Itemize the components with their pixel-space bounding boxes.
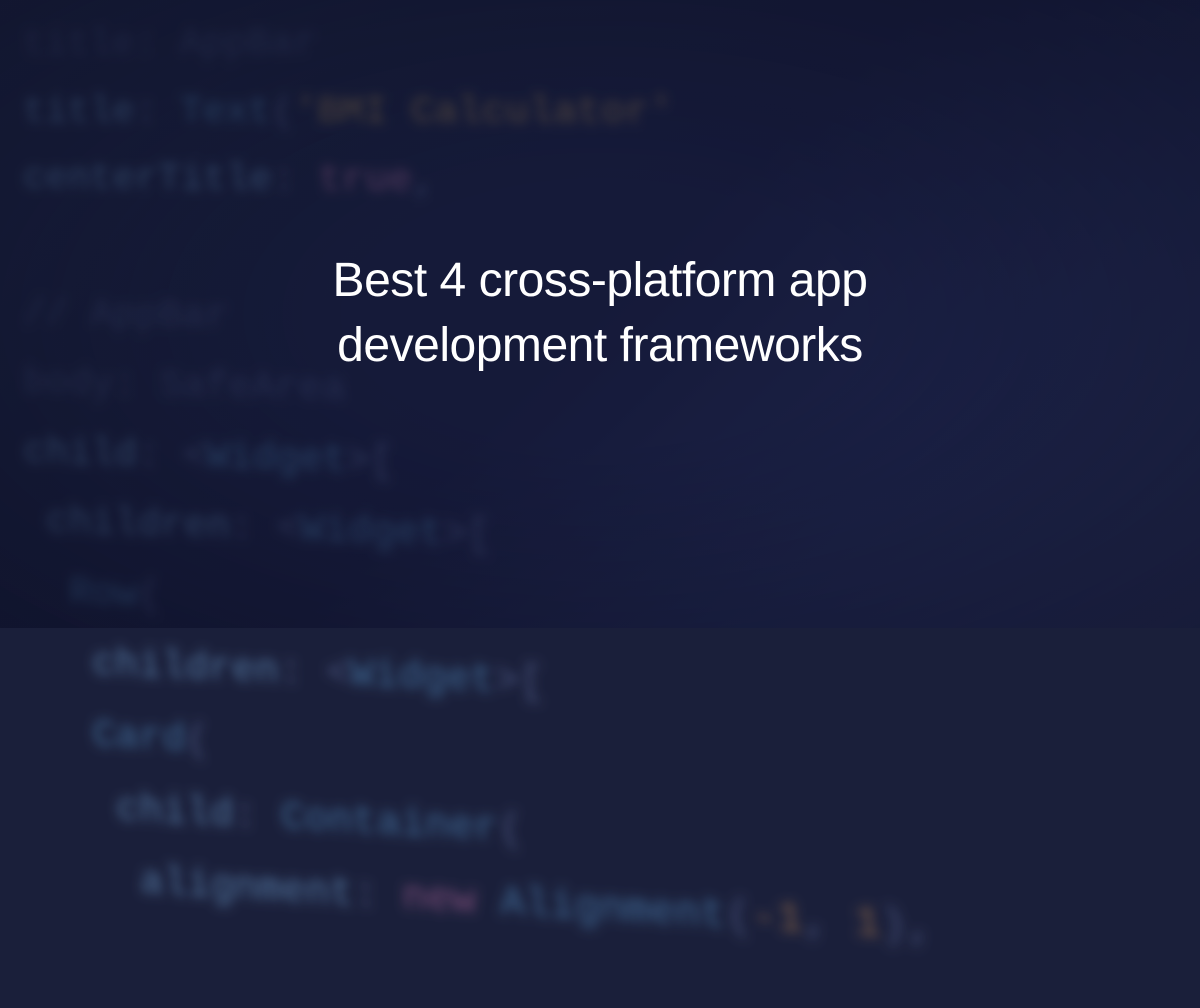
headline-text: Best 4 cross-platform app development fr… [333, 249, 868, 379]
headline-line1: Best 4 cross-platform app [333, 254, 868, 307]
headline-line2: development frameworks [337, 319, 863, 372]
headline-container: Best 4 cross-platform app development fr… [0, 0, 1200, 628]
